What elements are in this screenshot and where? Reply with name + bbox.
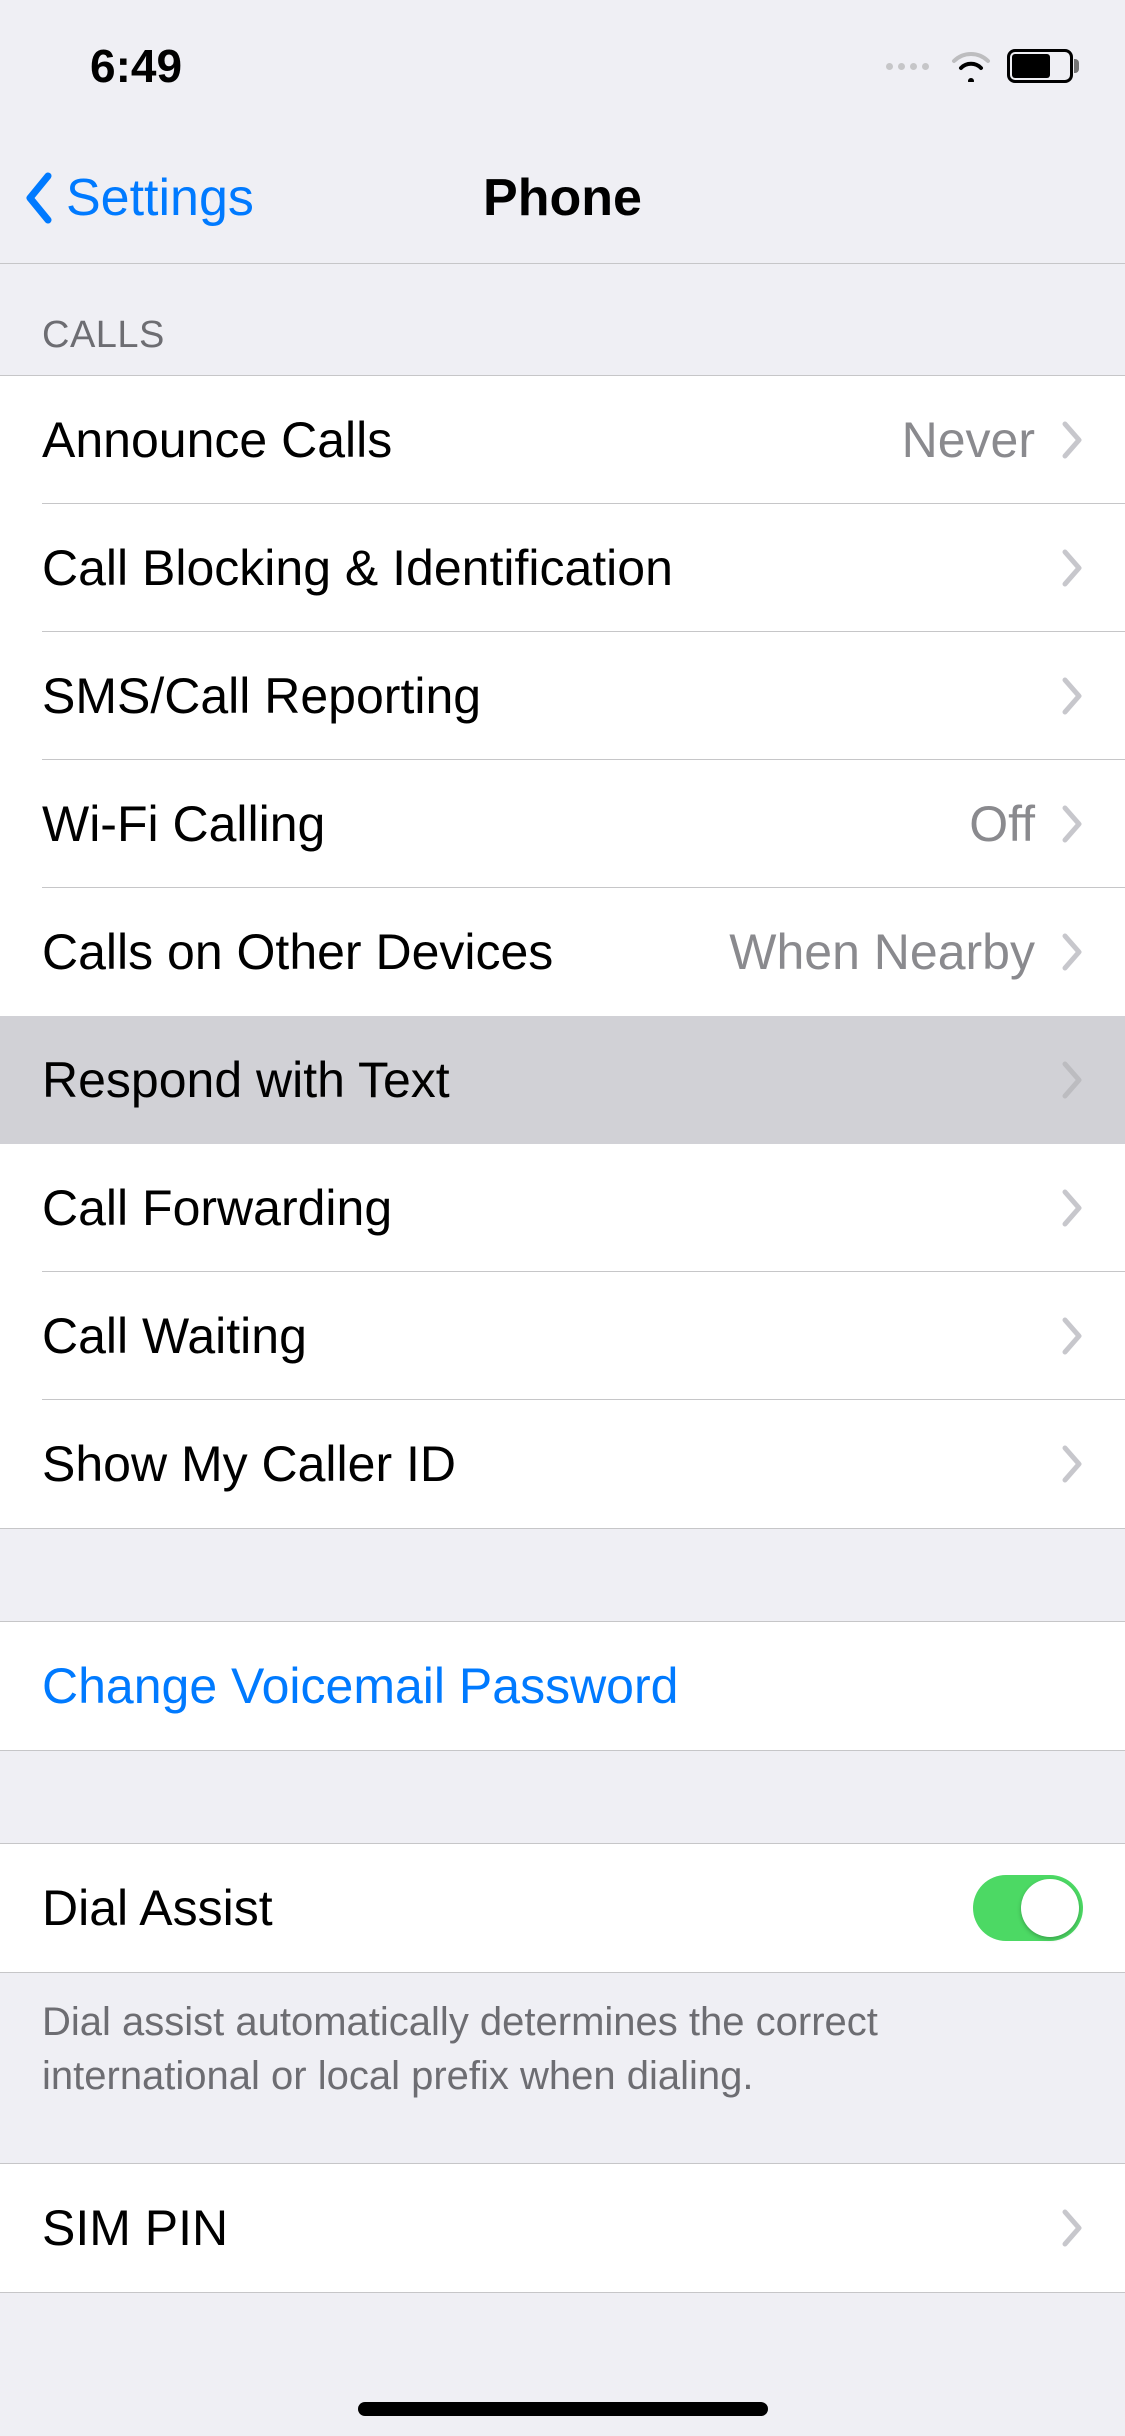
row-calls-other-devices[interactable]: Calls on Other Devices When Nearby	[0, 888, 1125, 1016]
row-change-voicemail-password[interactable]: Change Voicemail Password	[0, 1622, 1125, 1750]
row-dial-assist: Dial Assist	[0, 1844, 1125, 1972]
row-call-waiting[interactable]: Call Waiting	[0, 1272, 1125, 1400]
cellular-dots-icon	[886, 63, 929, 70]
home-indicator[interactable]	[358, 2402, 768, 2416]
row-respond-with-text[interactable]: Respond with Text	[0, 1016, 1125, 1144]
status-time: 6:49	[42, 39, 182, 93]
voicemail-group: Change Voicemail Password	[0, 1621, 1125, 1751]
chevron-left-icon	[22, 172, 58, 224]
chevron-right-icon	[1061, 805, 1083, 843]
row-label: Call Forwarding	[42, 1179, 392, 1237]
wifi-icon	[951, 50, 991, 82]
row-label: Respond with Text	[42, 1051, 450, 1109]
row-label: Wi-Fi Calling	[42, 795, 325, 853]
dial-assist-footer: Dial assist automatically determines the…	[0, 1973, 1125, 2163]
row-detail: Off	[969, 795, 1035, 853]
dial-assist-group: Dial Assist	[0, 1843, 1125, 1973]
row-detail: Never	[902, 411, 1035, 469]
chevron-right-icon	[1061, 1189, 1083, 1227]
back-button[interactable]: Settings	[0, 168, 254, 228]
chevron-right-icon	[1061, 421, 1083, 459]
chevron-right-icon	[1061, 1061, 1083, 1099]
row-label: Calls on Other Devices	[42, 923, 553, 981]
navigation-bar: Settings Phone	[0, 132, 1125, 264]
row-call-forwarding[interactable]: Call Forwarding	[0, 1144, 1125, 1272]
row-label: SIM PIN	[42, 2199, 228, 2257]
calls-group: Announce Calls Never Call Blocking & Ide…	[0, 375, 1125, 1529]
chevron-right-icon	[1061, 933, 1083, 971]
row-label: Call Blocking & Identification	[42, 539, 673, 597]
row-sms-call-reporting[interactable]: SMS/Call Reporting	[0, 632, 1125, 760]
row-label: Show My Caller ID	[42, 1435, 456, 1493]
row-detail: When Nearby	[729, 923, 1035, 981]
battery-icon	[1007, 49, 1079, 83]
chevron-right-icon	[1061, 677, 1083, 715]
row-call-blocking[interactable]: Call Blocking & Identification	[0, 504, 1125, 632]
row-sim-pin[interactable]: SIM PIN	[0, 2164, 1125, 2292]
row-label: Announce Calls	[42, 411, 392, 469]
row-label: Dial Assist	[42, 1879, 273, 1937]
row-wifi-calling[interactable]: Wi-Fi Calling Off	[0, 760, 1125, 888]
row-announce-calls[interactable]: Announce Calls Never	[0, 376, 1125, 504]
row-show-my-caller-id[interactable]: Show My Caller ID	[0, 1400, 1125, 1528]
sim-pin-group: SIM PIN	[0, 2163, 1125, 2293]
status-icons	[886, 49, 1083, 83]
row-label: Call Waiting	[42, 1307, 307, 1365]
chevron-right-icon	[1061, 1445, 1083, 1483]
back-label: Settings	[66, 168, 254, 228]
chevron-right-icon	[1061, 1317, 1083, 1355]
dial-assist-toggle[interactable]	[973, 1875, 1083, 1941]
status-bar: 6:49	[0, 0, 1125, 132]
row-label: Change Voicemail Password	[42, 1657, 678, 1715]
chevron-right-icon	[1061, 2209, 1083, 2247]
chevron-right-icon	[1061, 549, 1083, 587]
section-header-calls: CALLS	[0, 264, 1125, 375]
row-label: SMS/Call Reporting	[42, 667, 481, 725]
